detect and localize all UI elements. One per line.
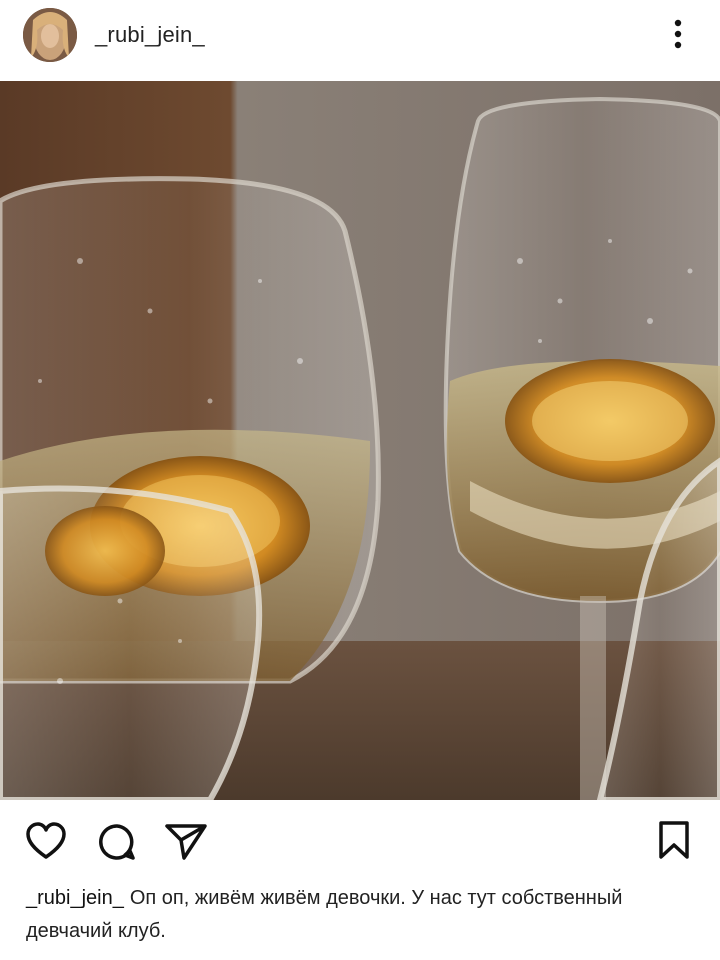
post-username[interactable]: _rubi_jein_ (95, 22, 205, 48)
send-icon (165, 824, 207, 860)
heart-icon (26, 822, 66, 859)
post-actions (0, 800, 720, 880)
bookmark-icon (659, 821, 689, 859)
more-vertical-icon (674, 19, 682, 49)
post-caption: _rubi_jein_ Оп оп, живём живём девочки. У… (26, 882, 696, 948)
comment-button[interactable] (97, 822, 137, 867)
save-button[interactable] (657, 820, 691, 865)
post-header: _rubi_jein_ (0, 0, 720, 80)
avatar[interactable] (23, 8, 77, 62)
more-options-button[interactable] (664, 17, 692, 51)
share-button[interactable] (164, 822, 208, 867)
comment-icon (99, 824, 135, 860)
like-button[interactable] (25, 822, 67, 865)
post-image[interactable] (0, 81, 720, 800)
caption-username[interactable]: _rubi_jein_ (26, 887, 124, 909)
